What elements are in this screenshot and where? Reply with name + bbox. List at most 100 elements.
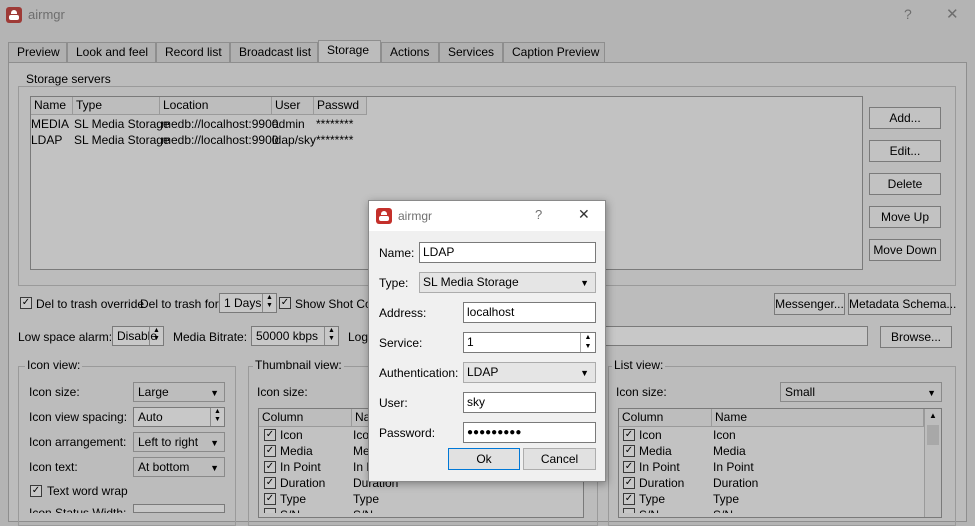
tab-record-list[interactable]: Record list	[156, 42, 230, 62]
thumb-column-label: Type	[280, 492, 307, 506]
help-icon[interactable]: ?	[904, 6, 912, 22]
add-button[interactable]: Add...	[869, 107, 941, 129]
checkbox-checked-icon[interactable]: ✓	[623, 493, 635, 505]
thumb-column-label: Duration	[280, 476, 326, 490]
ok-button[interactable]: Ok	[448, 448, 520, 470]
thumbnail-view-title: Thumbnail view:	[253, 358, 344, 372]
checkbox-checked-icon[interactable]: ✓	[264, 445, 276, 457]
column-header-passwd[interactable]: Passwd	[314, 97, 367, 115]
tab-caption-preview[interactable]: Caption Preview	[503, 42, 605, 62]
checkbox-checked-icon[interactable]: ✓	[623, 445, 635, 457]
column-header-type[interactable]: Type	[73, 97, 160, 115]
messenger-button[interactable]: Messenger...	[774, 293, 845, 315]
checkbox-checked-icon[interactable]: ✓	[623, 429, 635, 441]
service-value: 1	[467, 335, 474, 349]
service-spinbox[interactable]: 1 ▲ ▼	[463, 332, 596, 353]
icon-size-select[interactable]: Large ▼	[133, 382, 225, 402]
spin-arrows-icon[interactable]: ▲ ▼	[210, 408, 224, 426]
icon-view-spacing-spinbox[interactable]: Auto ▲ ▼	[133, 407, 225, 427]
name-field[interactable]: LDAP	[419, 242, 596, 263]
column-header-name[interactable]: Name	[31, 97, 73, 115]
icon-size-label: Icon size:	[29, 385, 80, 399]
service-label: Service:	[379, 336, 423, 350]
dialog-title: airmgr	[398, 209, 433, 223]
edit-button[interactable]: Edit...	[869, 140, 941, 162]
list-column-label: Icon	[639, 428, 662, 442]
icon-text-select[interactable]: At bottom ▼	[133, 457, 225, 477]
media-bitrate-label: Media Bitrate:	[173, 330, 248, 344]
address-label: Address:	[379, 306, 427, 320]
column-header-name[interactable]: Name	[712, 409, 924, 427]
list-column-label: S/N	[639, 508, 659, 513]
checkbox-checked-icon[interactable]	[623, 508, 635, 513]
spin-arrows-icon[interactable]: ▲ ▼	[324, 327, 338, 345]
chevron-down-icon: ▼	[927, 388, 936, 398]
move-down-button[interactable]: Move Down	[869, 239, 941, 261]
del-to-trash-spinbox[interactable]: 1 Days ▲ ▼	[219, 293, 277, 313]
user-label: User:	[379, 396, 408, 410]
spin-arrows-icon[interactable]: ▲ ▼	[580, 333, 595, 352]
thumb-column-label: Icon	[280, 428, 303, 442]
thumbnail-icon-size-label: Icon size:	[257, 385, 308, 399]
browse-button[interactable]: Browse...	[880, 326, 952, 348]
column-header-column[interactable]: Column	[259, 409, 352, 427]
cell-type: SL Media Storage	[74, 117, 170, 131]
cell-location: medb://localhost:9900	[161, 133, 279, 147]
thumb-name-label: Ico	[353, 428, 370, 442]
close-icon[interactable]: ✕	[578, 206, 590, 223]
tab-look-and-feel[interactable]: Look and feel	[67, 42, 156, 62]
checkbox-checked-icon[interactable]: ✓	[623, 477, 635, 489]
help-icon[interactable]: ?	[535, 207, 542, 222]
address-field[interactable]: localhost	[463, 302, 596, 323]
delete-button[interactable]: Delete	[869, 173, 941, 195]
cancel-button[interactable]: Cancel	[523, 448, 596, 470]
show-shot-cop-label: Show Shot Cop	[295, 297, 379, 311]
del-to-trash-override-checkbox[interactable]: ✓	[20, 297, 32, 309]
server-edit-dialog: airmgr ? ✕ Name: LDAP Type: SL Media Sto…	[368, 200, 606, 482]
checkbox-checked-icon[interactable]: ✓	[264, 429, 276, 441]
cell-user: ldap/sky	[272, 133, 317, 147]
checkbox-checked-icon[interactable]	[264, 508, 276, 513]
dialog-title-bar[interactable]: airmgr ? ✕	[369, 201, 605, 231]
tab-actions[interactable]: Actions	[381, 42, 439, 62]
password-field[interactable]: ●●●●●●●●●	[463, 422, 596, 443]
icon-arrangement-select[interactable]: Left to right ▼	[133, 432, 225, 452]
spin-arrows-icon[interactable]: ▲ ▼	[149, 327, 163, 345]
tab-preview[interactable]: Preview	[8, 42, 67, 62]
app-icon	[376, 208, 392, 224]
column-header-user[interactable]: User	[272, 97, 314, 115]
log-path-field[interactable]	[600, 326, 868, 346]
checkbox-checked-icon[interactable]: ✓	[264, 477, 276, 489]
column-header-column[interactable]: Column	[619, 409, 712, 427]
media-bitrate-spinbox[interactable]: 50000 kbps ▲ ▼	[251, 326, 339, 346]
icon-status-width-spinbox[interactable]	[133, 504, 225, 513]
tab-broadcast-list[interactable]: Broadcast list	[230, 42, 318, 62]
checkbox-checked-icon[interactable]: ✓	[623, 461, 635, 473]
list-icon-size-label: Icon size:	[616, 385, 667, 399]
metadata-schema-button[interactable]: Metadata Schema...	[848, 293, 956, 315]
cell-passwd: ********	[316, 117, 354, 131]
authentication-select[interactable]: LDAP ▼	[463, 362, 596, 383]
list-name-label: Duration	[713, 476, 759, 490]
text-word-wrap-checkbox[interactable]: ✓	[30, 485, 42, 497]
column-header-location[interactable]: Location	[160, 97, 272, 115]
media-bitrate-value: 50000 kbps	[256, 329, 319, 343]
show-shot-cop-checkbox[interactable]: ✓	[279, 297, 291, 309]
list-name-label: In Point	[713, 460, 754, 474]
checkbox-checked-icon[interactable]: ✓	[264, 493, 276, 505]
list-icon-size-select[interactable]: Small ▼	[780, 382, 942, 402]
type-select[interactable]: SL Media Storage ▼	[419, 272, 596, 293]
user-field[interactable]: sky	[463, 392, 596, 413]
icon-status-width-label: Icon Status Width:	[29, 506, 127, 513]
list-scrollbar[interactable]: ▲	[924, 409, 941, 517]
tab-services[interactable]: Services	[439, 42, 503, 62]
spin-arrows-icon[interactable]: ▲ ▼	[262, 294, 276, 312]
close-icon[interactable]: ✕	[946, 5, 959, 23]
icon-arrangement-label: Icon arrangement:	[29, 435, 127, 449]
move-up-button[interactable]: Move Up	[869, 206, 941, 228]
scrollbar-thumb[interactable]	[927, 425, 939, 445]
checkbox-checked-icon[interactable]: ✓	[264, 461, 276, 473]
chevron-up-icon[interactable]: ▲	[929, 411, 937, 420]
tab-storage[interactable]: Storage	[318, 40, 381, 63]
low-space-alarm-spinbox[interactable]: Disable ▲ ▼	[112, 326, 164, 346]
